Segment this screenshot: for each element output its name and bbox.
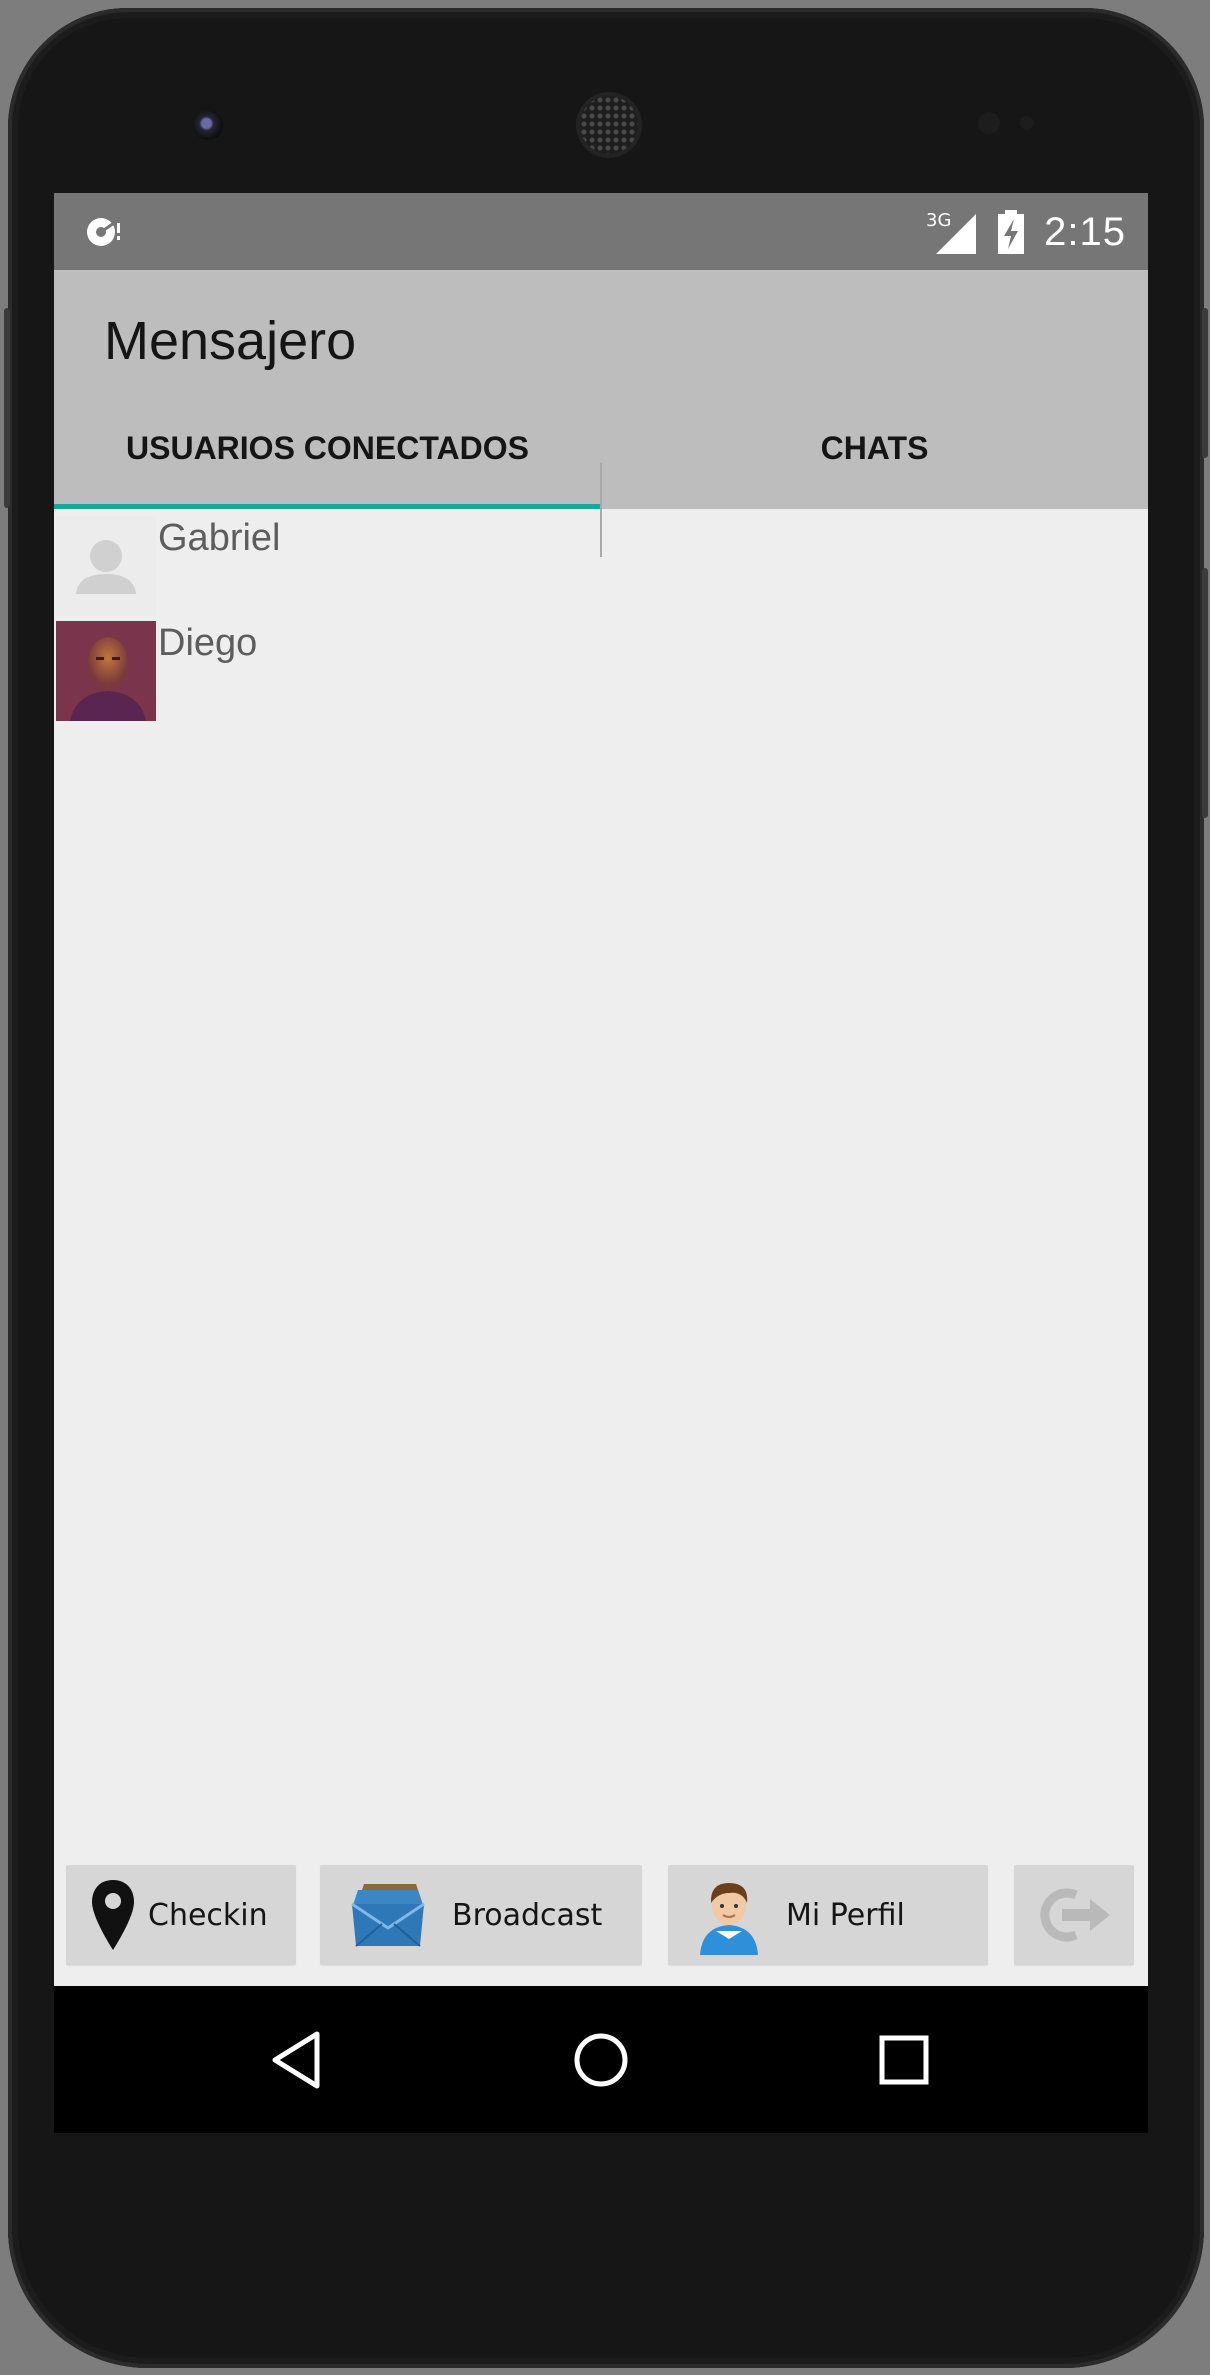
app-title: Mensajero xyxy=(104,311,357,371)
cell-signal-icon: 3G xyxy=(926,210,977,254)
tab-label: CHATS xyxy=(820,429,929,466)
tab-chats[interactable]: CHATS xyxy=(601,387,1148,509)
notification-icon xyxy=(87,218,120,246)
tab-label: USUARIOS CONECTADOS xyxy=(126,429,529,466)
earpiece-speaker xyxy=(580,96,638,154)
side-button xyxy=(1202,568,1208,818)
envelopes-icon xyxy=(351,1884,425,1947)
logout-arrow-icon xyxy=(1040,1888,1110,1942)
proximity-sensor xyxy=(978,112,1000,134)
front-camera xyxy=(193,110,223,140)
light-sensor xyxy=(1020,116,1034,130)
mi-perfil-button[interactable]: Mi Perfil xyxy=(668,1865,988,1965)
logout-button[interactable] xyxy=(1014,1865,1134,1965)
power-button xyxy=(1202,308,1208,458)
broadcast-button[interactable]: Broadcast xyxy=(320,1865,642,1965)
bottom-action-bar: Checkin Broadcast Mi Perfil xyxy=(54,1853,1148,1973)
user-avatar-icon xyxy=(700,1883,758,1955)
system-nav-bar xyxy=(54,1986,1148,2133)
network-label: 3G xyxy=(926,210,951,231)
screen: 3G 2:15 Mensajero USUARIOS CONECTADOS CH… xyxy=(54,193,1148,2133)
mi-perfil-label: Mi Perfil xyxy=(786,1897,905,1933)
back-triangle-icon[interactable] xyxy=(267,2028,331,2092)
list-item[interactable]: Gabriel xyxy=(54,509,1148,616)
tab-usuarios-conectados[interactable]: USUARIOS CONECTADOS xyxy=(54,387,601,509)
checkin-button[interactable]: Checkin xyxy=(66,1865,296,1965)
user-photo-avatar xyxy=(56,621,156,721)
list-item[interactable]: Diego xyxy=(54,614,1148,721)
connected-users-list: Gabriel Diego xyxy=(54,509,1148,721)
volume-button xyxy=(4,308,10,508)
broadcast-label: Broadcast xyxy=(452,1897,603,1933)
recents-square-icon[interactable] xyxy=(872,2028,936,2092)
user-name: Gabriel xyxy=(158,517,281,559)
status-clock: 2:15 xyxy=(1044,209,1126,254)
map-pin-icon xyxy=(92,1880,134,1950)
home-circle-icon[interactable] xyxy=(569,2028,633,2092)
checkin-label: Checkin xyxy=(148,1897,268,1933)
app-bar: Mensajero xyxy=(54,270,1148,387)
default-person-icon xyxy=(56,516,156,616)
battery-charging-icon xyxy=(998,210,1025,254)
user-name: Diego xyxy=(158,622,258,664)
status-bar: 3G 2:15 xyxy=(54,193,1148,270)
